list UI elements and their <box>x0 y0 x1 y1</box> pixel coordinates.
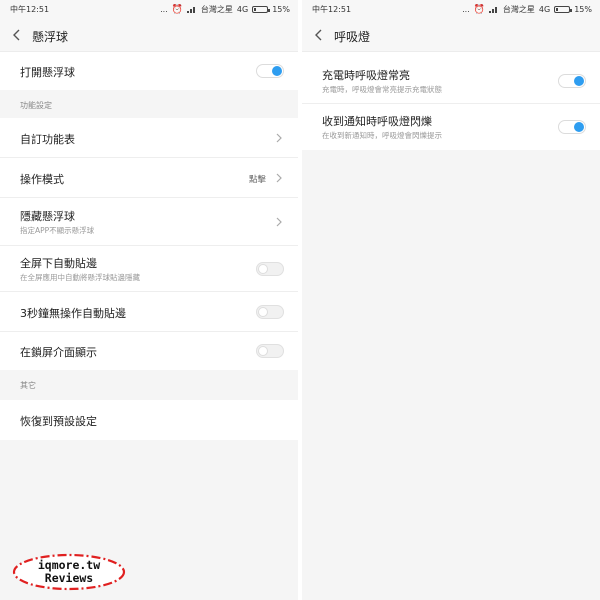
status-dots: ... <box>462 5 470 14</box>
setting-description: 充電時，呼吸燈會常亮提示充電狀態 <box>322 85 442 94</box>
reset-label: 恢復到預設設定 <box>20 415 97 428</box>
lockscreen-toggle[interactable] <box>256 344 284 358</box>
setting-description: 在全屏應用中自動將懸浮球貼邊隱藏 <box>20 273 140 282</box>
setting-row-reset[interactable]: 恢復到預設設定 <box>0 400 298 440</box>
back-arrow-icon[interactable] <box>312 28 326 42</box>
setting-label: 3秒鐘無操作自動貼邊 <box>20 307 126 320</box>
other-section: 恢復到預設設定 <box>0 400 298 440</box>
setting-row-notification-light[interactable]: 收到通知時呼吸燈閃爍 在收到新通知時，呼吸燈會閃爍提示 <box>302 104 600 150</box>
alarm-icon: ⏰ <box>473 4 485 15</box>
setting-row-lockscreen[interactable]: 在鎖屏介面顯示 <box>0 332 298 370</box>
idle-edge-toggle[interactable] <box>256 305 284 319</box>
setting-label: 充電時呼吸燈常亮 <box>322 69 410 82</box>
watermark-logo: iqmore.tw Reviews <box>12 553 126 591</box>
left-screen: 中午12:51 ... ⏰ 台灣之星 4G 15% 懸浮球 打開懸浮球 功能設定… <box>0 0 298 600</box>
battery-icon <box>554 6 573 13</box>
battery-icon <box>252 6 271 13</box>
setting-row-charging-light[interactable]: 充電時呼吸燈常亮 充電時，呼吸燈會常亮提示充電狀態 <box>302 58 600 104</box>
status-bar: 中午12:51 ... ⏰ 台灣之星 4G 15% <box>302 0 600 18</box>
status-time: 中午12:51 <box>312 5 352 14</box>
section-header-functions: 功能設定 <box>0 90 298 118</box>
status-battery: 15% <box>272 5 290 14</box>
page-title: 懸浮球 <box>32 30 69 44</box>
setting-label: 收到通知時呼吸燈閃爍 <box>322 115 432 128</box>
setting-label: 自訂功能表 <box>20 133 75 146</box>
setting-label: 全屏下自動貼邊 <box>20 257 97 270</box>
setting-row-custom-menu[interactable]: 自訂功能表 <box>0 118 298 158</box>
title-bar: 呼吸燈 <box>302 18 600 52</box>
setting-row-hide-ball[interactable]: 隱藏懸浮球 指定APP不顯示懸浮球 <box>0 198 298 246</box>
alarm-icon: ⏰ <box>171 4 183 15</box>
status-bar: 中午12:51 ... ⏰ 台灣之星 4G 15% <box>0 0 298 18</box>
status-battery: 15% <box>574 5 592 14</box>
status-time: 中午12:51 <box>10 5 50 14</box>
section-header-other: 其它 <box>0 370 298 400</box>
setting-label: 在鎖屏介面顯示 <box>20 346 97 359</box>
setting-value: 點擊 <box>248 175 266 185</box>
chevron-right-icon <box>276 133 282 143</box>
fullscreen-edge-toggle[interactable] <box>256 262 284 276</box>
setting-description: 在收到新通知時，呼吸燈會閃爍提示 <box>322 131 442 140</box>
page-title: 呼吸燈 <box>334 30 371 44</box>
status-carrier: 台灣之星 <box>200 5 233 14</box>
setting-row-enable-ball[interactable]: 打開懸浮球 <box>0 52 298 90</box>
signal-icon <box>186 6 197 13</box>
setting-row-3s-edge[interactable]: 3秒鐘無操作自動貼邊 <box>0 292 298 332</box>
notification-light-toggle[interactable] <box>558 120 586 134</box>
enable-ball-toggle[interactable] <box>256 64 284 78</box>
setting-label: 操作模式 <box>20 173 64 186</box>
setting-label: 打開懸浮球 <box>20 66 75 79</box>
setting-label: 隱藏懸浮球 <box>20 210 75 223</box>
right-screen: 中午12:51 ... ⏰ 台灣之星 4G 15% 呼吸燈 充電時呼吸燈常亮 充… <box>302 0 600 600</box>
status-carrier: 台灣之星 <box>502 5 535 14</box>
main-toggle-section: 打開懸浮球 <box>0 52 298 90</box>
status-network: 4G <box>538 5 551 14</box>
chevron-right-icon <box>276 173 282 183</box>
chevron-right-icon <box>276 217 282 227</box>
setting-row-fullscreen-edge[interactable]: 全屏下自動貼邊 在全屏應用中自動將懸浮球貼邊隱藏 <box>0 246 298 292</box>
breathing-light-section: 充電時呼吸燈常亮 充電時，呼吸燈會常亮提示充電狀態 收到通知時呼吸燈閃爍 在收到… <box>302 52 600 150</box>
status-dots: ... <box>160 5 168 14</box>
charging-light-toggle[interactable] <box>558 74 586 88</box>
back-arrow-icon[interactable] <box>10 28 24 42</box>
functions-section: 自訂功能表 操作模式 點擊 隱藏懸浮球 指定APP不顯示懸浮球 全屏下自動貼邊 … <box>0 118 298 370</box>
status-network: 4G <box>236 5 249 14</box>
title-bar: 懸浮球 <box>0 18 298 52</box>
setting-row-operation-mode[interactable]: 操作模式 點擊 <box>0 158 298 198</box>
setting-description: 指定APP不顯示懸浮球 <box>20 226 95 235</box>
watermark-line2: Reviews <box>44 571 94 585</box>
signal-icon <box>488 6 499 13</box>
